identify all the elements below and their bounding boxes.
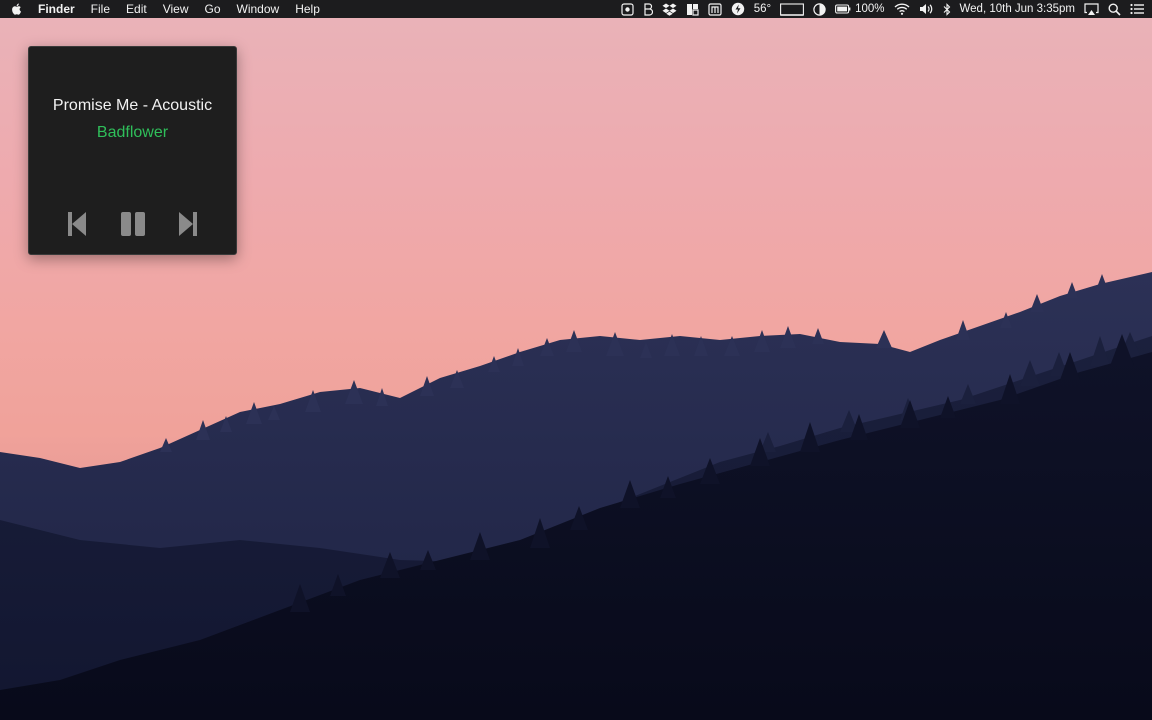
- menu-edit[interactable]: Edit: [118, 0, 155, 18]
- menu-bar-status: 56° 100% Wed, 10th Jun 3:35pm: [621, 0, 1144, 18]
- notes-icon[interactable]: [708, 0, 722, 18]
- menu-bar: Finder File Edit View Go Window Help 56°…: [0, 0, 1152, 18]
- search-icon[interactable]: [1108, 0, 1121, 18]
- screen-record-icon[interactable]: [621, 0, 634, 18]
- menu-go[interactable]: Go: [197, 0, 229, 18]
- apple-logo-icon[interactable]: [10, 2, 24, 16]
- menu-app-name[interactable]: Finder: [30, 0, 83, 18]
- volume-icon[interactable]: [919, 0, 934, 18]
- previous-track-button[interactable]: [66, 211, 88, 237]
- menu-view[interactable]: View: [155, 0, 197, 18]
- pause-icon: [121, 212, 145, 236]
- bartender-icon[interactable]: [643, 0, 653, 18]
- battery-percent: 100%: [855, 3, 885, 15]
- menu-file[interactable]: File: [83, 0, 118, 18]
- battery-icon: [835, 4, 851, 14]
- menu-window[interactable]: Window: [229, 0, 288, 18]
- flux-icon[interactable]: [731, 0, 745, 18]
- music-player-widget[interactable]: Promise Me - Acoustic Badflower: [28, 46, 237, 255]
- next-icon: [179, 212, 197, 236]
- clock[interactable]: Wed, 10th Jun 3:35pm: [960, 0, 1076, 18]
- battery-status[interactable]: 100%: [835, 0, 885, 18]
- night-shift-icon[interactable]: [813, 0, 826, 18]
- track-title: Promise Me - Acoustic: [52, 97, 213, 114]
- bluetooth-icon[interactable]: [943, 0, 951, 18]
- desktop: Finder File Edit View Go Window Help 56°…: [0, 0, 1152, 720]
- grid-icon[interactable]: [686, 0, 699, 18]
- temperature-readout[interactable]: 56°: [754, 0, 771, 18]
- wifi-icon[interactable]: [894, 0, 910, 18]
- menu-help[interactable]: Help: [287, 0, 328, 18]
- display-icon[interactable]: [780, 0, 805, 18]
- previous-icon: [68, 212, 86, 236]
- menu-bar-left: Finder File Edit View Go Window Help: [10, 0, 328, 18]
- dropbox-icon[interactable]: [662, 0, 677, 18]
- pause-button[interactable]: [120, 211, 146, 237]
- notification-center-icon[interactable]: [1130, 0, 1144, 18]
- artist-name: Badflower: [96, 124, 169, 141]
- next-track-button[interactable]: [177, 211, 199, 237]
- airplay-icon[interactable]: [1084, 0, 1099, 18]
